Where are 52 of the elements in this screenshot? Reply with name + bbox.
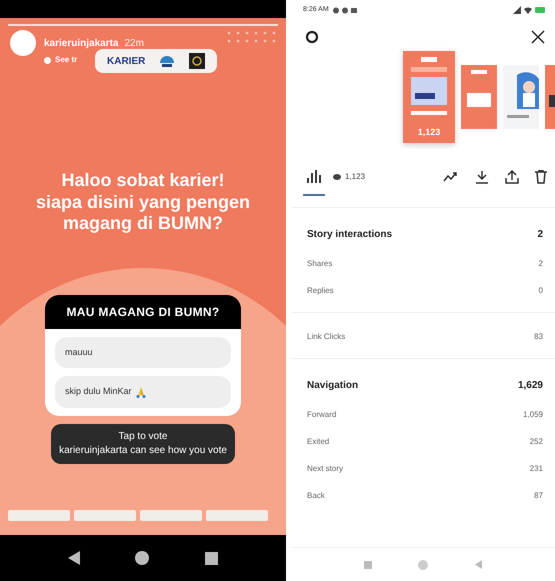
metric-value: 2 xyxy=(538,258,543,270)
bar-chart-icon xyxy=(307,168,321,183)
logo-text: KARIER xyxy=(107,54,146,68)
trending-icon[interactable] xyxy=(443,170,459,184)
delete-icon[interactable] xyxy=(535,170,547,184)
metric-label: Next story xyxy=(307,462,344,474)
emblem-logo-icon xyxy=(189,53,206,69)
dot-icon xyxy=(44,56,51,64)
poll-option[interactable]: skip dulu MinKar xyxy=(55,376,231,408)
story-thumbnail[interactable] xyxy=(503,64,539,128)
praying-hands-icon xyxy=(136,386,146,398)
metric-value: 87 xyxy=(534,490,543,502)
metric-value: 231 xyxy=(530,462,543,474)
metric-value: 1,059 xyxy=(522,408,543,420)
tooltip-note: karieruinjakarta can see how you vote xyxy=(59,444,227,458)
home-icon[interactable] xyxy=(135,551,150,565)
section-total: 1,629 xyxy=(518,378,543,392)
share-icon[interactable] xyxy=(505,170,519,184)
metric-value: 0 xyxy=(538,284,543,296)
thumbnail-view-count: 1,123 xyxy=(418,126,440,139)
metric-label: Link Clicks xyxy=(307,330,346,342)
avatar xyxy=(10,30,36,56)
metric-value: 83 xyxy=(534,330,543,342)
recents-icon[interactable] xyxy=(205,552,218,564)
poll-question: MAU MAGANG DI BUMN? xyxy=(45,294,241,329)
view-count: 1,123 xyxy=(345,171,366,183)
eye-icon xyxy=(333,174,341,180)
metric-label: Back xyxy=(307,490,325,502)
back-icon[interactable] xyxy=(68,551,80,565)
tooltip-title: Tap to vote xyxy=(118,430,168,444)
story-thumbnail[interactable] xyxy=(545,64,555,128)
section-title: Navigation xyxy=(307,378,358,392)
download-icon[interactable] xyxy=(475,170,489,184)
metric-label: Shares xyxy=(307,258,332,270)
section-title: Story interactions xyxy=(307,228,392,242)
metric-label: Replies xyxy=(307,284,334,296)
section-total: 2 xyxy=(537,228,543,242)
poll-option[interactable]: mauuu xyxy=(55,336,231,368)
dots-decoration xyxy=(226,30,276,44)
dome-logo-icon xyxy=(159,54,176,68)
post-time: 22m xyxy=(124,38,144,49)
metric-label: Forward xyxy=(307,408,336,420)
story-thumbnail[interactable] xyxy=(461,64,497,128)
account-name: karieruinjakarta xyxy=(44,38,118,49)
settings-icon[interactable] xyxy=(305,30,319,44)
metric-label: Exited xyxy=(307,436,330,448)
metric-value: 252 xyxy=(530,436,543,448)
see-translation-text: See tr xyxy=(55,54,78,66)
close-icon[interactable] xyxy=(531,30,545,44)
status-icons xyxy=(332,6,357,14)
headline: Haloo sobat karier! siapa disini yang pengen magang di BUMN? xyxy=(36,170,250,235)
signal-wifi-battery-icons xyxy=(513,6,547,14)
